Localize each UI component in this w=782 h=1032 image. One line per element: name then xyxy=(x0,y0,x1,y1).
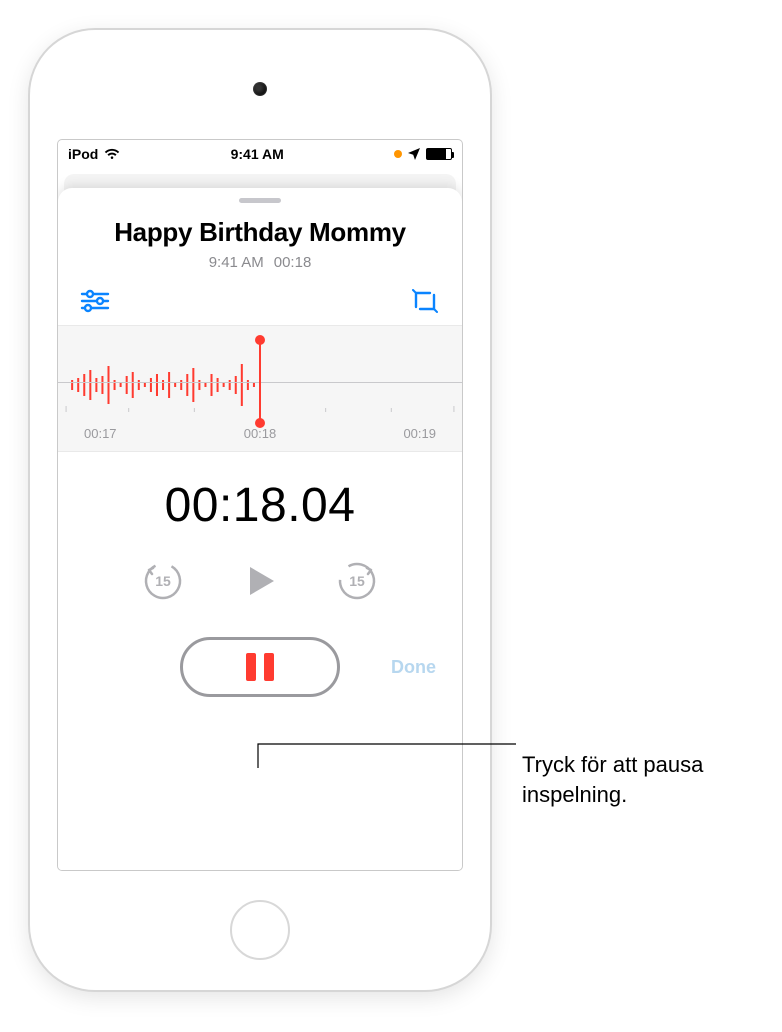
recording-sheet: Happy Birthday Mommy 9:41 AM 00:18 xyxy=(58,188,462,870)
callout-text-line1: Tryck för att pausa xyxy=(522,752,703,777)
recording-duration: 00:18 xyxy=(274,254,312,271)
waveform-area[interactable]: 00:17 00:18 00:19 xyxy=(58,325,462,452)
status-time: 9:41 AM xyxy=(231,146,284,162)
carrier-label: iPod xyxy=(68,146,98,162)
playhead[interactable] xyxy=(259,340,261,423)
recording-title: Happy Birthday Mommy xyxy=(114,217,406,248)
home-button[interactable] xyxy=(230,900,290,960)
svg-text:15: 15 xyxy=(155,573,171,589)
sheet-grabber[interactable] xyxy=(239,198,281,203)
elapsed-timer: 00:18.04 xyxy=(165,478,356,533)
callout-text-line2: inspelning. xyxy=(522,782,627,807)
recording-subtitle: 9:41 AM 00:18 xyxy=(209,254,312,271)
callout-annotation: Tryck för att pausa inspelning. xyxy=(522,750,703,809)
location-icon xyxy=(408,148,420,160)
device-frame: iPod 9:41 AM Happy Birthday Mommy 9:41 A… xyxy=(30,30,490,990)
front-camera xyxy=(253,82,267,96)
skip-forward-15-button[interactable]: 15 xyxy=(336,560,378,602)
tick-label: 00:17 xyxy=(84,426,117,441)
transport-controls: 15 15 xyxy=(142,559,378,603)
status-bar: iPod 9:41 AM xyxy=(58,140,462,168)
done-button[interactable]: Done xyxy=(391,657,436,678)
screen: iPod 9:41 AM Happy Birthday Mommy 9:41 A… xyxy=(58,140,462,870)
recording-timestamp: 9:41 AM xyxy=(209,254,264,271)
tick-label: 00:18 xyxy=(244,426,277,441)
options-icon[interactable] xyxy=(80,289,110,313)
recording-indicator-dot xyxy=(394,150,402,158)
trim-icon[interactable] xyxy=(410,289,440,313)
skip-back-15-button[interactable]: 15 xyxy=(142,560,184,602)
pause-recording-button[interactable] xyxy=(180,637,340,697)
wifi-icon xyxy=(104,148,120,160)
tick-label: 00:19 xyxy=(403,426,436,441)
pause-icon xyxy=(246,653,274,681)
play-button[interactable] xyxy=(238,559,282,603)
battery-icon xyxy=(426,148,452,160)
svg-text:15: 15 xyxy=(349,573,365,589)
